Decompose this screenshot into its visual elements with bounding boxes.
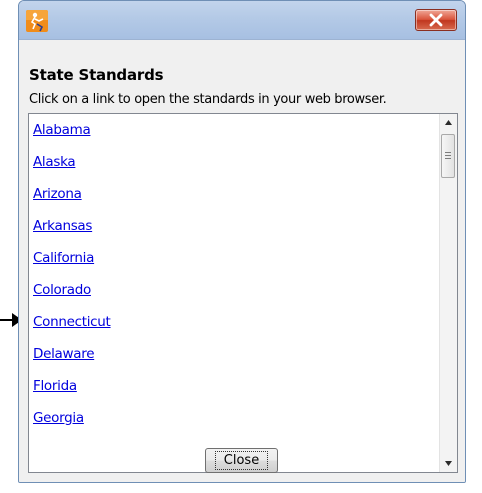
list-item: California: [29, 242, 440, 274]
states-list: Alabama Alaska Arizona Arkansas Californ…: [29, 114, 440, 434]
state-link-california[interactable]: California: [33, 250, 94, 266]
state-link-connecticut[interactable]: Connecticut: [33, 314, 111, 330]
state-link-alabama[interactable]: Alabama: [33, 122, 91, 138]
title-bar[interactable]: [19, 1, 465, 40]
instruction-text: Click on a link to open the standards in…: [29, 92, 387, 107]
vertical-scrollbar[interactable]: [439, 114, 457, 472]
close-button-label: Close: [214, 451, 269, 470]
scrollbar-thumb[interactable]: [441, 134, 455, 178]
dialog-heading: State Standards: [29, 66, 164, 84]
arrow-down-icon: [445, 461, 452, 466]
close-button[interactable]: Close: [205, 448, 278, 473]
list-item: Arkansas: [29, 210, 440, 242]
list-item: Alaska: [29, 146, 440, 178]
close-window-button[interactable]: [415, 9, 457, 31]
state-link-arkansas[interactable]: Arkansas: [33, 218, 92, 234]
app-icon: [26, 10, 48, 32]
list-item: Florida: [29, 370, 440, 402]
list-item: Colorado: [29, 274, 440, 306]
states-listbox: Alabama Alaska Arizona Arkansas Californ…: [28, 113, 458, 473]
scroll-down-button[interactable]: [440, 455, 457, 472]
state-link-georgia[interactable]: Georgia: [33, 410, 84, 426]
list-item: Arizona: [29, 178, 440, 210]
state-link-colorado[interactable]: Colorado: [33, 282, 91, 298]
state-link-florida[interactable]: Florida: [33, 378, 77, 394]
list-item: Georgia: [29, 402, 440, 434]
state-link-delaware[interactable]: Delaware: [33, 346, 95, 362]
arrow-up-icon: [445, 120, 452, 125]
state-link-alaska[interactable]: Alaska: [33, 154, 76, 170]
list-item: Delaware: [29, 338, 440, 370]
scroll-up-button[interactable]: [440, 114, 457, 131]
state-link-arizona[interactable]: Arizona: [33, 186, 82, 202]
close-x-icon: [429, 13, 443, 27]
state-standards-dialog: State Standards Click on a link to open …: [18, 0, 466, 483]
list-item: Alabama: [29, 114, 440, 146]
list-item: Connecticut: [29, 306, 440, 338]
